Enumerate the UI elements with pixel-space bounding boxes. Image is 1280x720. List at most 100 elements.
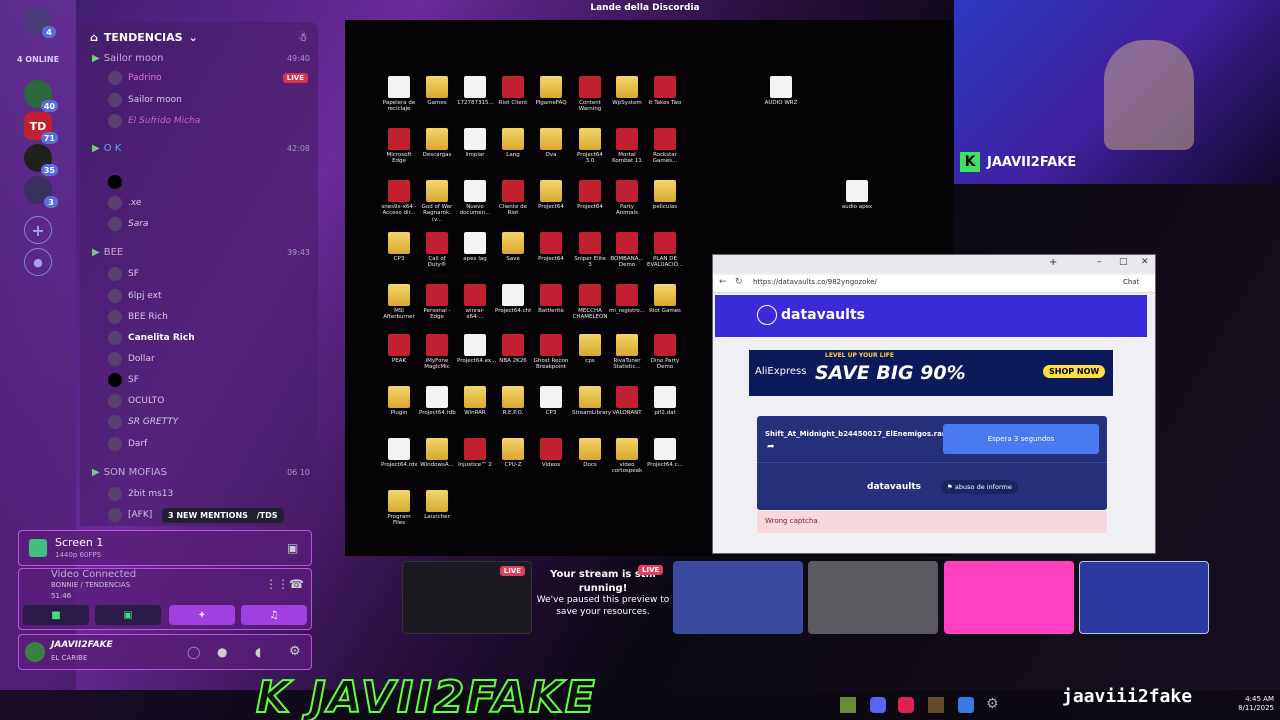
desktop-icon[interactable]: Project64.rdx bbox=[381, 438, 417, 468]
desktop-icon[interactable]: BOMBANA... Demo bbox=[609, 232, 645, 269]
desktop-icon[interactable]: apex lag bbox=[457, 232, 493, 262]
shield-icon[interactable] bbox=[958, 697, 974, 713]
desktop-icon[interactable]: snes9x-x64 - Acceso dir... bbox=[381, 180, 417, 217]
desktop-icon[interactable]: God of War Ragnarok.(v... bbox=[419, 180, 455, 223]
list-item[interactable]: Padrino LIVE bbox=[108, 69, 308, 87]
stream-tile-avatar-1[interactable] bbox=[673, 561, 803, 634]
stream-tile-webcam[interactable] bbox=[1079, 561, 1209, 634]
desktop-icon[interactable]: Mortal Kombat 11 bbox=[609, 128, 645, 165]
server-icon-td[interactable]: TD 71 bbox=[24, 112, 58, 144]
soundboard-button[interactable]: ♫ bbox=[241, 605, 307, 625]
discord-icon[interactable] bbox=[870, 697, 886, 713]
desktop-icon[interactable]: 172787315... bbox=[457, 76, 494, 106]
desktop-icon[interactable]: video cortospeak bbox=[609, 438, 645, 475]
list-item[interactable]: OCULTO bbox=[108, 392, 308, 410]
desktop-icon[interactable]: StreamLibrary bbox=[572, 386, 611, 416]
server-header[interactable]: ⌂ TENDENCIAS ⌄ ☃ bbox=[80, 22, 318, 52]
add-friend-icon[interactable]: ☃ bbox=[298, 31, 308, 44]
taskbar-app-icon[interactable] bbox=[840, 697, 856, 713]
share-icon[interactable]: ➦ bbox=[767, 442, 775, 452]
desktop-icon[interactable]: Personal - Edge bbox=[419, 284, 455, 321]
desktop-icon[interactable]: Riot Games bbox=[647, 284, 683, 314]
desktop-icon[interactable]: Project64.ex... bbox=[457, 334, 496, 364]
stream-tile-desktop[interactable]: LIVE bbox=[402, 561, 532, 634]
list-item[interactable]: SF bbox=[108, 371, 308, 389]
chat-button[interactable]: Chat bbox=[1123, 278, 1139, 286]
back-icon[interactable]: ← bbox=[719, 277, 727, 287]
desktop-icon[interactable]: limpiar bbox=[457, 128, 493, 158]
desktop-icon[interactable]: Cliente de Riot bbox=[495, 180, 531, 217]
site-logo[interactable]: datavaults bbox=[781, 307, 865, 323]
activities-button[interactable]: ✦ bbox=[169, 605, 235, 625]
desktop-icon[interactable]: iMyFone MagicMic bbox=[419, 334, 455, 371]
explore-icon[interactable]: ● bbox=[24, 248, 52, 276]
desktop-icon[interactable]: Riot Client bbox=[495, 76, 531, 106]
desktop-icon[interactable]: Nuevo documen... bbox=[457, 180, 493, 217]
desktop-icon[interactable]: PLAN DE EVALUACIÓ... bbox=[647, 232, 683, 269]
desktop-icon[interactable]: Project64 bbox=[533, 180, 569, 210]
avatar[interactable] bbox=[25, 642, 45, 662]
share-screen-button[interactable]: ▣ bbox=[95, 605, 161, 625]
voice-channel-son-mofias[interactable]: ▶ SON MOFIAS 06 10 bbox=[92, 464, 310, 480]
list-item[interactable]: Darf bbox=[108, 435, 308, 453]
desktop-icon[interactable]: Project64.c... bbox=[647, 438, 683, 468]
desktop-icon[interactable]: Project64.rdb bbox=[419, 386, 456, 416]
desktop-icon[interactable]: VALORANT bbox=[609, 386, 645, 416]
tab-bar[interactable]: + – □ ✕ bbox=[713, 255, 1155, 273]
list-item[interactable]: .xe bbox=[108, 194, 308, 212]
desktop-icon[interactable]: CP3 bbox=[533, 386, 569, 416]
desktop-icon[interactable]: CP3 bbox=[381, 232, 417, 262]
maximize-icon[interactable]: □ bbox=[1119, 257, 1128, 267]
desktop-icon[interactable]: Injustice™ 2 bbox=[457, 438, 493, 468]
tiktok-icon[interactable] bbox=[898, 697, 914, 713]
voice-channel-bee[interactable]: ▶ BEE 39:43 bbox=[92, 244, 310, 260]
desktop-icon[interactable]: Dino Party Demo bbox=[647, 334, 683, 371]
desktop-icon[interactable]: Videos bbox=[533, 438, 569, 468]
list-item[interactable]: Sailor moon bbox=[108, 91, 308, 109]
desktop-icon[interactable]: Project64 3.0 bbox=[572, 128, 608, 165]
desktop-icon[interactable]: WinRAR bbox=[457, 386, 493, 416]
close-icon[interactable]: ✕ bbox=[1141, 257, 1149, 267]
desktop-icon[interactable]: Descargas bbox=[419, 128, 455, 158]
desktop-icon[interactable]: Plugin bbox=[381, 386, 417, 416]
disconnect-icon[interactable]: ☎ bbox=[289, 577, 304, 591]
desktop-icon[interactable]: Microsoft Edge bbox=[381, 128, 417, 165]
desktop-icon[interactable]: MSI Afterburner bbox=[381, 284, 417, 321]
list-item[interactable]: Canelita Rich bbox=[108, 329, 308, 347]
list-item[interactable]: SF bbox=[108, 265, 308, 283]
desktop-icon[interactable]: PEAK bbox=[381, 334, 417, 364]
list-item[interactable]: SR GRETTY bbox=[108, 413, 308, 431]
system-clock[interactable]: 4:45 AM 8/11/2025 bbox=[1218, 695, 1274, 713]
microphone-icon[interactable]: ● bbox=[217, 645, 227, 659]
list-item[interactable]: Dollar bbox=[108, 350, 308, 368]
desktop-icon[interactable]: WindowsA... bbox=[419, 438, 455, 468]
desktop-icon[interactable]: Project64.cht bbox=[495, 284, 531, 314]
home-button[interactable]: 4 bbox=[24, 8, 56, 38]
voice-channel-sailor-moon[interactable]: ▶ Sailor moon 49:40 bbox=[92, 50, 310, 66]
desktop-icon[interactable]: R.E.P.O. bbox=[495, 386, 531, 416]
desktop-icon[interactable]: RivaTuner Statistic... bbox=[609, 334, 645, 371]
desktop-icon[interactable]: Call of Duty® bbox=[419, 232, 455, 269]
desktop-icon[interactable]: audio apex bbox=[839, 180, 875, 210]
desktop-icon[interactable]: mi_registro... bbox=[609, 284, 645, 314]
desktop-icon[interactable]: cps bbox=[572, 334, 608, 364]
server-icon-4[interactable]: 3 bbox=[24, 176, 58, 208]
desktop-icon[interactable]: AUDIO WRZ bbox=[763, 76, 799, 106]
desktop-icon[interactable]: Rockstar Games... bbox=[647, 128, 683, 165]
headphones-icon[interactable]: ◖ bbox=[255, 645, 261, 659]
taskbar-app-icon[interactable] bbox=[928, 697, 944, 713]
list-item[interactable]: 2bit ms13 bbox=[108, 485, 308, 503]
desktop-icon[interactable]: Program Files bbox=[381, 490, 417, 527]
desktop-icon[interactable]: Docs bbox=[572, 438, 608, 468]
desktop-icon[interactable]: PlgameFAQ bbox=[533, 76, 569, 106]
desktop-icon[interactable]: Battlerite bbox=[533, 284, 569, 314]
desktop-icon[interactable]: Lang bbox=[495, 128, 531, 158]
desktop-icon[interactable]: Save bbox=[495, 232, 531, 262]
desktop-icon[interactable]: CPU-Z bbox=[495, 438, 531, 468]
desktop-icon[interactable]: Papelera de reciclaje bbox=[381, 76, 417, 113]
desktop-icon[interactable]: Games bbox=[419, 76, 455, 106]
voice-waveform-icon[interactable]: ⋮⋮ bbox=[265, 577, 289, 591]
desktop-icon[interactable]: Project64 bbox=[572, 180, 608, 210]
desktop-icon[interactable]: Content Warning bbox=[572, 76, 608, 113]
game-controller-icon[interactable]: ◯ bbox=[187, 645, 200, 659]
